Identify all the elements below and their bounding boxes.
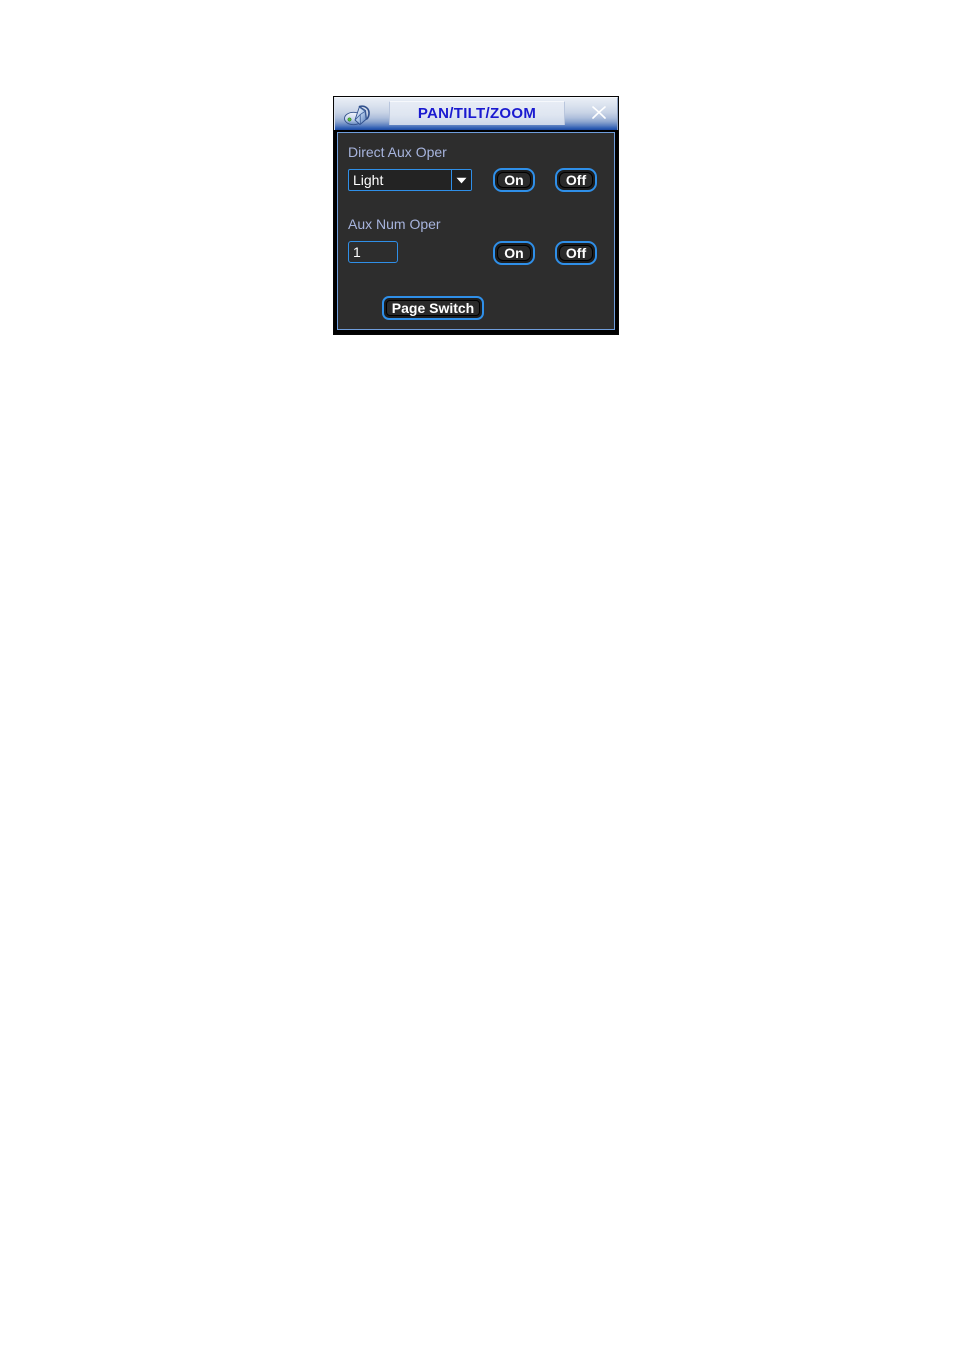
- aux-num-input[interactable]: 1: [348, 241, 398, 263]
- ptz-dome-camera-icon: [341, 101, 375, 127]
- aux-num-on-button-face: On: [497, 245, 531, 261]
- direct-aux-select-value: Light: [353, 172, 384, 188]
- direct-aux-off-button-face: Off: [559, 172, 593, 188]
- direct-aux-on-button-face: On: [497, 172, 531, 188]
- direct-aux-on-button[interactable]: On: [493, 168, 535, 192]
- aux-num-off-button-face: Off: [559, 245, 593, 261]
- ptz-aux-panel: Direct Aux Oper Light On Off Aux Num Ope…: [337, 132, 615, 330]
- direct-aux-select[interactable]: Light: [348, 169, 472, 191]
- direct-aux-off-button-label: Off: [565, 172, 587, 188]
- aux-num-off-button[interactable]: Off: [555, 241, 597, 265]
- page-switch-button-face: Page Switch: [386, 300, 480, 316]
- aux-num-on-button[interactable]: On: [493, 241, 535, 265]
- chevron-down-icon[interactable]: [451, 170, 471, 190]
- window-title: PAN/TILT/ZOOM: [417, 105, 537, 122]
- page-switch-button-label: Page Switch: [391, 300, 475, 316]
- window-title-plate: PAN/TILT/ZOOM: [389, 101, 565, 125]
- direct-aux-off-button[interactable]: Off: [555, 168, 597, 192]
- ptz-window: PAN/TILT/ZOOM Direct Aux Oper Light On O…: [333, 96, 619, 335]
- close-icon[interactable]: [589, 103, 609, 123]
- direct-aux-on-button-label: On: [504, 172, 524, 188]
- aux-num-oper-label: Aux Num Oper: [348, 216, 441, 232]
- aux-num-off-button-label: Off: [565, 245, 587, 261]
- window-title-bar[interactable]: PAN/TILT/ZOOM: [334, 97, 618, 130]
- aux-num-on-button-label: On: [504, 245, 524, 261]
- page-switch-button[interactable]: Page Switch: [382, 296, 484, 320]
- aux-num-input-value: 1: [353, 244, 361, 260]
- direct-aux-oper-label: Direct Aux Oper: [348, 144, 447, 160]
